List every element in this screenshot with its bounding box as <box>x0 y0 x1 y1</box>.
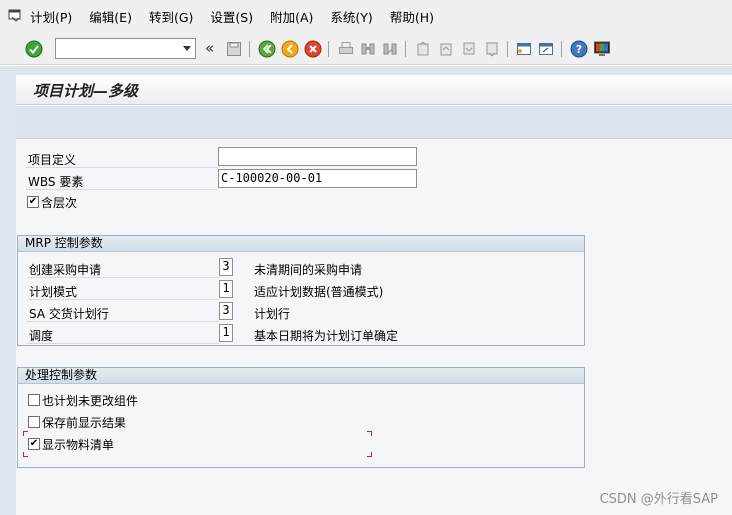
system-menu-icon[interactable] <box>0 0 30 32</box>
standard-toolbar: « ? <box>0 32 732 65</box>
menu-bar: 计划(P) 编辑(E) 转到(G) 设置(S) 附加(A) 系统(Y) 帮助(H… <box>0 0 732 32</box>
menu-system[interactable]: 系统(Y) <box>330 5 372 28</box>
cancel-icon[interactable] <box>304 40 322 58</box>
toolbar-separator <box>405 41 406 57</box>
enter-icon[interactable] <box>25 40 43 58</box>
print-icon[interactable] <box>337 40 355 58</box>
planning-mode-desc: 适应计划数据(普通模式) <box>254 285 384 299</box>
sa-delivery-schedule-input[interactable]: 3 <box>219 302 233 320</box>
create-purchase-req-label: 创建采购申请 <box>29 263 102 277</box>
wbs-element-label: WBS 要素 <box>28 175 84 189</box>
checkmark-icon: ✔ <box>28 196 38 207</box>
exit-icon[interactable] <box>281 40 299 58</box>
command-field[interactable] <box>55 38 196 59</box>
menu-settings[interactable]: 设置(S) <box>210 5 253 28</box>
focus-indicator <box>367 452 372 457</box>
find-next-icon[interactable] <box>381 40 399 58</box>
scheduling-label: 调度 <box>29 329 54 343</box>
first-page-icon[interactable] <box>414 40 432 58</box>
row-underline <box>27 321 219 322</box>
processing-control-group: 处理控制参数 也计划未更改组件 保存前显示结果 ✔ 显示物料清单 <box>17 367 585 468</box>
collapse-icon[interactable]: « <box>205 39 214 57</box>
focus-indicator <box>23 431 28 436</box>
customize-layout-icon[interactable] <box>593 40 611 58</box>
next-page-icon[interactable] <box>460 40 478 58</box>
sa-delivery-schedule-label: SA 交货计划行 <box>29 307 109 321</box>
page-title: 项目计划—多级 <box>33 82 139 100</box>
focus-indicator <box>367 431 372 436</box>
new-session-icon[interactable] <box>515 40 533 58</box>
display-bom-checkbox[interactable]: ✔ <box>28 438 40 450</box>
menu-edit[interactable]: 编辑(E) <box>89 5 132 28</box>
row-underline <box>26 189 218 190</box>
row-underline <box>26 167 218 168</box>
svg-text:?: ? <box>576 43 582 56</box>
menu-extras[interactable]: 附加(A) <box>270 5 313 28</box>
toolbar-separator <box>507 41 508 57</box>
display-results-before-save-label: 保存前显示结果 <box>42 416 127 430</box>
display-bom-label: 显示物料清单 <box>42 438 115 452</box>
with-hierarchy-label: 含层次 <box>41 196 78 210</box>
focus-indicator <box>23 452 28 457</box>
planning-mode-input[interactable]: 1 <box>219 280 233 298</box>
title-bar: 项目计划—多级 <box>16 75 732 105</box>
scheduling-input[interactable]: 1 <box>219 324 233 342</box>
toolbar-separator <box>328 41 329 57</box>
project-definition-input[interactable] <box>218 147 417 166</box>
find-icon[interactable] <box>359 40 377 58</box>
processing-control-group-title: 处理控制参数 <box>18 368 584 384</box>
back-icon[interactable] <box>258 40 276 58</box>
planning-mode-label: 计划模式 <box>29 285 78 299</box>
row-underline <box>27 277 219 278</box>
mrp-control-group: MRP 控制参数 创建采购申请 3 未清期间的采购申请 计划模式 1 适应计划数… <box>17 235 585 346</box>
screen-frame-left <box>0 66 16 515</box>
checkmark-icon: ✔ <box>29 438 39 449</box>
row-underline <box>27 343 219 344</box>
save-icon[interactable] <box>225 40 243 58</box>
project-definition-label: 项目定义 <box>28 153 77 167</box>
menu-goto[interactable]: 转到(G) <box>149 5 193 28</box>
chevron-down-icon[interactable] <box>183 46 191 51</box>
help-icon[interactable]: ? <box>570 40 588 58</box>
toolbar-separator <box>249 41 250 57</box>
plan-unchanged-components-checkbox[interactable] <box>28 394 40 406</box>
create-purchase-req-input[interactable]: 3 <box>219 258 233 276</box>
toolbar-separator <box>561 41 562 57</box>
plan-unchanged-components-label: 也计划未更改组件 <box>42 394 139 408</box>
watermark: CSDN @外行看SAP <box>599 492 718 507</box>
with-hierarchy-checkbox[interactable]: ✔ <box>27 196 39 208</box>
application-toolbar <box>16 106 732 139</box>
screen-frame-top <box>16 66 732 75</box>
previous-page-icon[interactable] <box>437 40 455 58</box>
wbs-element-input[interactable]: C-100020-00-01 <box>218 169 417 188</box>
main-content: 项目定义 WBS 要素 C-100020-00-01 ✔ 含层次 MRP 控制参… <box>16 139 732 515</box>
menu-plan[interactable]: 计划(P) <box>30 5 72 28</box>
create-purchase-req-desc: 未清期间的采购申请 <box>254 263 363 277</box>
display-results-before-save-checkbox[interactable] <box>28 416 40 428</box>
mrp-control-group-title: MRP 控制参数 <box>18 236 584 252</box>
row-underline <box>27 299 219 300</box>
last-page-icon[interactable] <box>483 40 501 58</box>
menu-help[interactable]: 帮助(H) <box>390 5 434 28</box>
shortcut-icon[interactable] <box>537 40 555 58</box>
sa-delivery-schedule-desc: 计划行 <box>254 307 291 321</box>
scheduling-desc: 基本日期将为计划订单确定 <box>254 329 399 343</box>
